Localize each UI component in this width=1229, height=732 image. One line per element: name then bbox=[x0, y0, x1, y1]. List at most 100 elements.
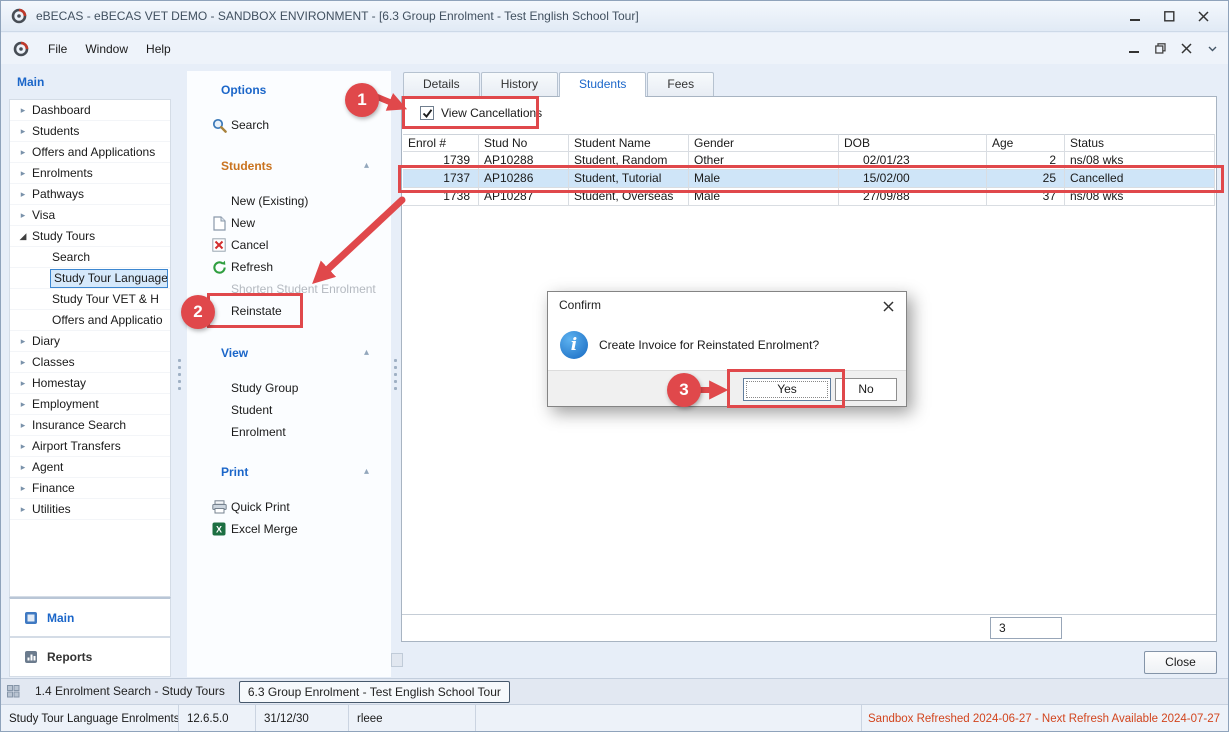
window-title: eBECAS - eBECAS VET DEMO - SANDBOX ENVIR… bbox=[36, 9, 639, 23]
tree-collapsed-icon[interactable]: ▸ bbox=[17, 142, 29, 162]
collapse-icon[interactable]: ▴ bbox=[364, 466, 369, 477]
svg-text:X: X bbox=[216, 525, 222, 535]
sidebar-item-finance[interactable]: ▸Finance bbox=[10, 478, 170, 499]
options-item-label: Excel Merge bbox=[231, 522, 298, 536]
tab-history[interactable]: History bbox=[481, 72, 558, 96]
sidebar-item-study-tours[interactable]: ◢Study Tours bbox=[10, 226, 170, 247]
column-header-status[interactable]: Status bbox=[1065, 134, 1215, 152]
sidebar-item-utilities[interactable]: ▸Utilities bbox=[10, 499, 170, 520]
tree-collapsed-icon[interactable]: ▸ bbox=[17, 436, 29, 456]
tree-collapsed-icon[interactable]: ▸ bbox=[17, 373, 29, 393]
close-icon[interactable] bbox=[1186, 5, 1220, 27]
windows-grid-icon[interactable] bbox=[7, 685, 21, 699]
menu-window[interactable]: Window bbox=[76, 39, 137, 59]
options-item-refresh[interactable]: Refresh bbox=[187, 258, 273, 276]
nav-group-reports[interactable]: Reports bbox=[9, 637, 171, 677]
column-header-gender[interactable]: Gender bbox=[689, 134, 839, 152]
document-tab-1[interactable]: 1.4 Enrolment Search - Study Tours bbox=[27, 681, 233, 703]
tab-students[interactable]: Students bbox=[559, 72, 646, 97]
tree-collapsed-icon[interactable]: ▸ bbox=[17, 394, 29, 414]
options-item-cancel[interactable]: Cancel bbox=[187, 236, 268, 254]
no-icon bbox=[211, 402, 227, 418]
options-item-new-existing[interactable]: New (Existing) bbox=[187, 192, 308, 210]
tree-collapsed-icon[interactable]: ▸ bbox=[17, 100, 29, 120]
options-item-enrolment[interactable]: Enrolment bbox=[187, 423, 286, 441]
refresh-icon bbox=[211, 259, 227, 275]
maximize-icon[interactable] bbox=[1152, 5, 1186, 27]
sidebar-item-agent[interactable]: ▸Agent bbox=[10, 457, 170, 478]
document-tab-2[interactable]: 6.3 Group Enrolment - Test English Schoo… bbox=[239, 681, 510, 703]
mdi-restore-icon[interactable] bbox=[1150, 39, 1170, 57]
minimize-icon[interactable] bbox=[1118, 5, 1152, 27]
tree-collapsed-icon[interactable]: ▸ bbox=[17, 499, 29, 519]
window-controls bbox=[1118, 5, 1220, 27]
column-header-stud-no[interactable]: Stud No bbox=[479, 134, 569, 152]
sidebar-item-dashboard[interactable]: ▸Dashboard bbox=[10, 100, 170, 121]
options-item-excel-merge[interactable]: X Excel Merge bbox=[187, 520, 298, 538]
options-section-title: Students bbox=[221, 159, 272, 173]
options-section-header[interactable]: Students ▴ bbox=[187, 159, 391, 175]
tree-expanded-icon[interactable]: ◢ bbox=[17, 226, 29, 246]
chevron-down-icon[interactable] bbox=[1202, 39, 1222, 57]
nav-group-main-label: Main bbox=[47, 611, 74, 625]
sidebar-item-study-tour-language-e[interactable]: Study Tour Language E bbox=[10, 268, 170, 289]
sidebar-item-offers-and-applications[interactable]: ▸Offers and Applications bbox=[10, 142, 170, 163]
sidebar-item-enrolments[interactable]: ▸Enrolments bbox=[10, 163, 170, 184]
column-header-student-name[interactable]: Student Name bbox=[569, 134, 689, 152]
options-section-header[interactable]: Print ▴ bbox=[187, 465, 391, 481]
sidebar-item-visa[interactable]: ▸Visa bbox=[10, 205, 170, 226]
tab-fees[interactable]: Fees bbox=[647, 72, 714, 96]
options-item-search[interactable]: Search bbox=[187, 116, 269, 134]
sidebar-item-insurance-search[interactable]: ▸Insurance Search bbox=[10, 415, 170, 436]
sidebar-item-search[interactable]: Search bbox=[10, 247, 170, 268]
tree-collapsed-icon[interactable]: ▸ bbox=[17, 331, 29, 351]
menubar-app-icon[interactable] bbox=[13, 41, 29, 57]
column-header-enrol[interactable]: Enrol # bbox=[403, 134, 479, 152]
close-button[interactable]: Close bbox=[1144, 651, 1217, 674]
splitter-handle-left[interactable] bbox=[173, 71, 185, 677]
tree-collapsed-icon[interactable]: ▸ bbox=[17, 415, 29, 435]
options-item-quick-print[interactable]: Quick Print bbox=[187, 498, 290, 516]
sidebar-item-employment[interactable]: ▸Employment bbox=[10, 394, 170, 415]
sidebar-item-offers-and-applicatio[interactable]: Offers and Applicatio bbox=[10, 310, 170, 331]
mdi-close-icon[interactable] bbox=[1176, 39, 1196, 57]
tree-collapsed-icon[interactable]: ▸ bbox=[17, 205, 29, 225]
dialog-message: Create Invoice for Reinstated Enrolment? bbox=[599, 338, 819, 352]
options-item-label: Student bbox=[231, 403, 272, 417]
tree-collapsed-icon[interactable]: ▸ bbox=[17, 121, 29, 141]
tree-collapsed-icon[interactable]: ▸ bbox=[17, 352, 29, 372]
column-header-age[interactable]: Age bbox=[987, 134, 1065, 152]
sidebar-item-diary[interactable]: ▸Diary bbox=[10, 331, 170, 352]
sidebar-item-students[interactable]: ▸Students bbox=[10, 121, 170, 142]
collapse-icon[interactable]: ▴ bbox=[364, 347, 369, 358]
sidebar-item-classes[interactable]: ▸Classes bbox=[10, 352, 170, 373]
options-section-title: Print bbox=[221, 465, 248, 479]
sidebar-item-study-tour-vet-h[interactable]: Study Tour VET & H bbox=[10, 289, 170, 310]
excel-icon: X bbox=[211, 521, 227, 537]
sidebar-item-label: Visa bbox=[32, 205, 55, 225]
statusbar-cell-text: rleee bbox=[357, 713, 383, 725]
options-item-study-group[interactable]: Study Group bbox=[187, 379, 298, 397]
menu-file[interactable]: File bbox=[39, 39, 76, 59]
tree-collapsed-icon[interactable]: ▸ bbox=[17, 184, 29, 204]
sidebar-item-airport-transfers[interactable]: ▸Airport Transfers bbox=[10, 436, 170, 457]
options-item-student[interactable]: Student bbox=[187, 401, 272, 419]
sidebar-item-homestay[interactable]: ▸Homestay bbox=[10, 373, 170, 394]
options-item-new[interactable]: New bbox=[187, 214, 255, 232]
dialog-close-icon[interactable] bbox=[879, 298, 897, 314]
tree-collapsed-icon[interactable]: ▸ bbox=[17, 163, 29, 183]
dialog-titlebar: Confirm bbox=[548, 292, 906, 318]
options-section-header[interactable]: View▴ bbox=[187, 346, 391, 362]
sidebar-item-label: Offers and Applications bbox=[32, 142, 155, 162]
tree-collapsed-icon[interactable]: ▸ bbox=[17, 457, 29, 477]
menu-help[interactable]: Help bbox=[137, 39, 180, 59]
nav-group-main[interactable]: Main bbox=[9, 597, 171, 637]
sidebar-item-pathways[interactable]: ▸Pathways bbox=[10, 184, 170, 205]
mdi-minimize-icon[interactable] bbox=[1124, 39, 1144, 57]
collapse-icon[interactable]: ▴ bbox=[364, 160, 369, 171]
tree-collapsed-icon[interactable]: ▸ bbox=[17, 478, 29, 498]
tab-details[interactable]: Details bbox=[403, 72, 480, 96]
cancel-icon bbox=[211, 237, 227, 253]
splitter-handle-right[interactable] bbox=[390, 71, 400, 677]
column-header-dob[interactable]: DOB bbox=[839, 134, 987, 152]
